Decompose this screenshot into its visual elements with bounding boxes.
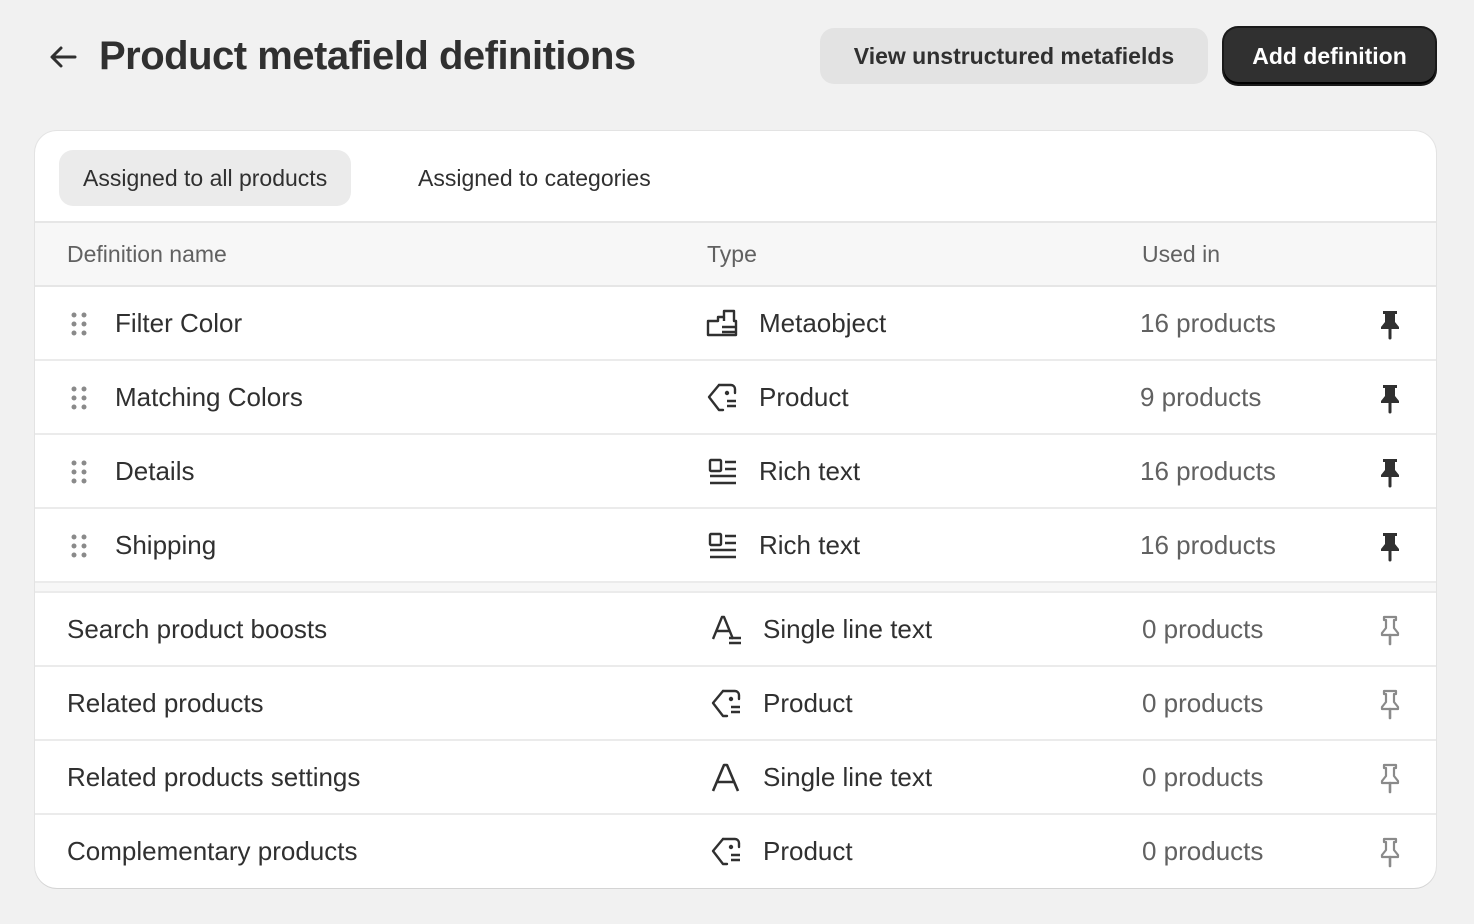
pin-outline-icon[interactable] xyxy=(1373,761,1407,795)
column-header-type: Type xyxy=(707,241,757,267)
table-header: Definition name Type Used in xyxy=(35,221,1436,287)
page-title: Product metafield definitions xyxy=(99,34,636,78)
drag-handle-icon[interactable] xyxy=(68,533,90,559)
used-in-count: 0 products xyxy=(1142,614,1264,644)
back-button[interactable] xyxy=(44,38,82,76)
definition-type: Single line text xyxy=(763,614,933,644)
column-header-used-in: Used in xyxy=(1142,241,1220,267)
definitions-card: Assigned to all products Assigned to cat… xyxy=(35,131,1436,888)
drag-handle-icon[interactable] xyxy=(68,311,90,337)
definition-type: Single line text xyxy=(763,762,933,792)
single-line-text-icon xyxy=(711,763,740,792)
definition-name[interactable]: Related products settings xyxy=(67,741,360,813)
definition-name[interactable]: Matching Colors xyxy=(115,361,303,433)
pin-filled-icon[interactable] xyxy=(1373,455,1407,489)
definition-name[interactable]: Details xyxy=(115,435,194,507)
used-in-count: 9 products xyxy=(1140,382,1262,412)
table-row[interactable]: Details Rich text 16 products xyxy=(35,435,1436,509)
definition-type: Metaobject xyxy=(759,308,887,338)
definition-type: Product xyxy=(763,836,853,866)
definition-name[interactable]: Search product boosts xyxy=(67,593,327,665)
table-row[interactable]: Related products Product 0 products xyxy=(35,667,1436,741)
definition-type: Product xyxy=(763,688,853,718)
definition-name[interactable]: Filter Color xyxy=(115,287,242,359)
definition-name[interactable]: Related products xyxy=(67,667,264,739)
pin-outline-icon[interactable] xyxy=(1373,613,1407,647)
used-in-count: 0 products xyxy=(1142,836,1264,866)
definition-name[interactable]: Shipping xyxy=(115,509,216,581)
table-row[interactable]: Related products settings Single line te… xyxy=(35,741,1436,815)
pinned-section-divider xyxy=(35,583,1436,593)
used-in-count: 0 products xyxy=(1142,688,1264,718)
table-row[interactable]: Search product boosts Single line text 0… xyxy=(35,593,1436,667)
definition-type: Rich text xyxy=(759,456,861,486)
definition-type: Rich text xyxy=(759,530,861,560)
table-row[interactable]: Matching Colors Product 9 products xyxy=(35,361,1436,435)
pin-outline-icon[interactable] xyxy=(1373,687,1407,721)
pin-filled-icon[interactable] xyxy=(1373,381,1407,415)
product-icon xyxy=(711,689,741,718)
table-row[interactable]: Shipping Rich text 16 products xyxy=(35,509,1436,583)
used-in-count: 16 products xyxy=(1140,456,1276,486)
metaobject-icon xyxy=(706,309,738,337)
arrow-left-icon xyxy=(50,46,77,68)
pin-outline-icon[interactable] xyxy=(1373,835,1407,869)
product-icon xyxy=(707,383,737,412)
pin-filled-icon[interactable] xyxy=(1373,529,1407,563)
pin-filled-icon[interactable] xyxy=(1373,307,1407,341)
definition-name[interactable]: Complementary products xyxy=(67,815,357,887)
used-in-count: 0 products xyxy=(1142,762,1264,792)
add-definition-button[interactable]: Add definition xyxy=(1224,28,1435,84)
tab-assigned-to-categories[interactable]: Assigned to categories xyxy=(394,150,675,206)
table-row[interactable]: Filter Color Metaobject 16 products xyxy=(35,287,1436,361)
column-header-definition-name: Definition name xyxy=(67,241,227,267)
drag-handle-icon[interactable] xyxy=(68,459,90,485)
single-line-text-list-icon xyxy=(711,615,741,645)
definition-type: Product xyxy=(759,382,849,412)
page-header: Product metafield definitions View unstr… xyxy=(0,0,1474,112)
table-row[interactable]: Complementary products Product 0 product… xyxy=(35,815,1436,888)
used-in-count: 16 products xyxy=(1140,308,1276,338)
drag-handle-icon[interactable] xyxy=(68,385,90,411)
product-icon xyxy=(711,837,741,866)
used-in-count: 16 products xyxy=(1140,530,1276,560)
rich-text-icon xyxy=(708,458,736,485)
view-unstructured-metafields-button[interactable]: View unstructured metafields xyxy=(820,28,1208,84)
tab-bar: Assigned to all products Assigned to cat… xyxy=(35,131,1436,221)
rich-text-icon xyxy=(708,532,736,559)
tab-assigned-to-all-products[interactable]: Assigned to all products xyxy=(59,150,352,206)
